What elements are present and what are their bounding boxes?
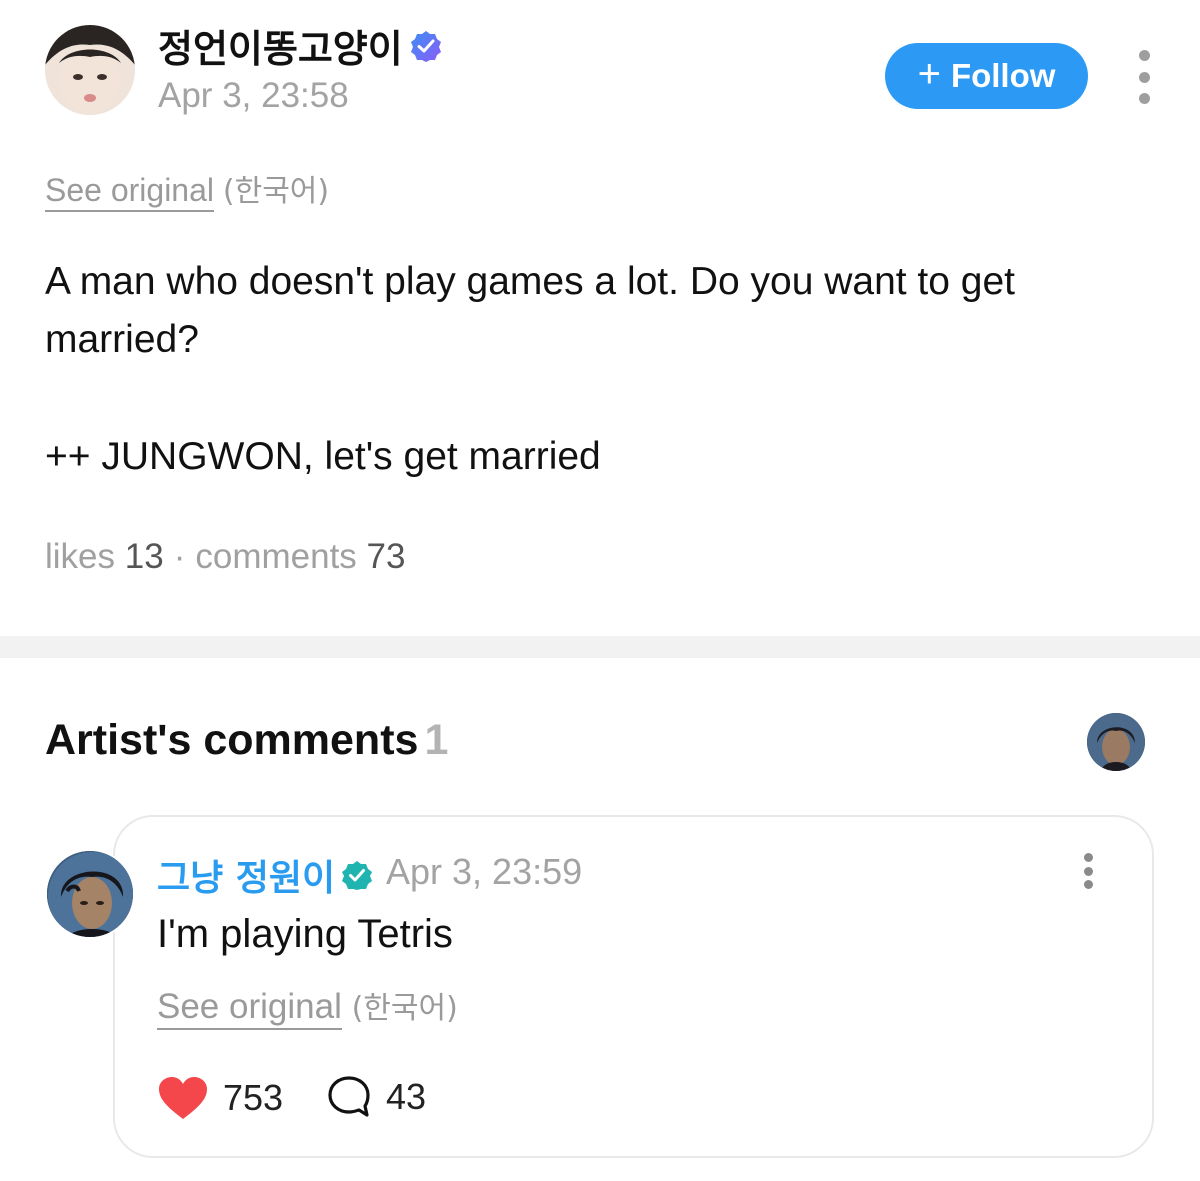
comment-more-options-icon[interactable] — [1080, 853, 1096, 889]
likes-stat[interactable]: likes 13 — [45, 537, 164, 576]
artist-avatar-image — [1087, 713, 1145, 771]
comment-author-avatar[interactable] — [45, 849, 135, 939]
post-timestamp: Apr 3, 23:58 — [158, 76, 349, 115]
kebab-dot — [1138, 50, 1150, 61]
post-body-line: married? — [45, 318, 199, 361]
comment-see-original-row: See original (한국어) — [157, 983, 458, 1030]
comments-label: comments — [195, 537, 357, 576]
comment-author-name[interactable]: 그냥 정원이 — [157, 849, 335, 901]
artist-comments-count: 1 — [424, 716, 449, 764]
artist-comments-title: Artist's comments — [45, 716, 419, 764]
see-original-row: See original (한국어) — [45, 166, 330, 212]
author-avatar-image — [45, 25, 135, 115]
follow-label: Follow — [950, 57, 1056, 94]
section-divider — [0, 636, 1200, 658]
comment-reply-button[interactable]: 43 — [326, 1075, 426, 1119]
comment-author[interactable]: 그냥 정원이 — [157, 849, 373, 901]
see-original-link[interactable]: See original — [45, 172, 214, 212]
comments-count: 73 — [366, 537, 406, 576]
kebab-dot — [1083, 866, 1093, 876]
stats-separator: · — [173, 537, 186, 576]
comment-timestamp: Apr 3, 23:59 — [386, 851, 583, 892]
verified-badge-icon — [410, 30, 441, 62]
post-detail-page: 정언이똥고양이 Apr 3, 23:58 + Follow See origin… — [0, 0, 1200, 1181]
follow-button[interactable]: + Follow — [885, 43, 1088, 109]
author-name[interactable]: 정언이똥고양이 — [158, 18, 443, 73]
plus-icon: + — [917, 52, 941, 96]
comment-like-count: 753 — [223, 1077, 284, 1118]
artist-comments-heading: Artist's comments 1 — [45, 716, 448, 765]
artist-avatar-small[interactable] — [1087, 713, 1145, 771]
comment-like-button[interactable]: 753 — [157, 1075, 283, 1121]
comment-see-original-link[interactable]: See original — [157, 987, 342, 1030]
kebab-dot — [1138, 71, 1150, 83]
post-body-line: A man who doesn't play games a lot. Do y… — [45, 260, 1016, 303]
likes-label: likes — [45, 537, 116, 576]
kebab-dot — [1083, 853, 1093, 862]
author-name-text[interactable]: 정언이똥고양이 — [158, 18, 403, 73]
post-body-extra: ++ JUNGWON, let's get married — [45, 435, 601, 478]
author-avatar[interactable] — [45, 25, 135, 115]
post-body: A man who doesn't play games a lot. Do y… — [45, 253, 1155, 369]
original-language: (한국어) — [222, 174, 330, 209]
verified-badge-icon — [342, 861, 373, 890]
kebab-dot — [1083, 880, 1093, 889]
speech-bubble-icon — [328, 1076, 370, 1117]
comments-stat[interactable]: comments 73 — [195, 537, 405, 576]
comment-avatar-image — [47, 851, 133, 937]
comment-text: I'm playing Tetris — [157, 912, 453, 956]
likes-count: 13 — [124, 537, 164, 576]
heart-icon — [159, 1077, 207, 1119]
comment-reply-count: 43 — [386, 1076, 427, 1117]
kebab-dot — [1138, 93, 1150, 104]
comment-original-language: (한국어) — [351, 991, 458, 1026]
post-stats: likes 13 · comments 73 — [45, 537, 405, 577]
more-options-icon[interactable] — [1128, 50, 1160, 104]
